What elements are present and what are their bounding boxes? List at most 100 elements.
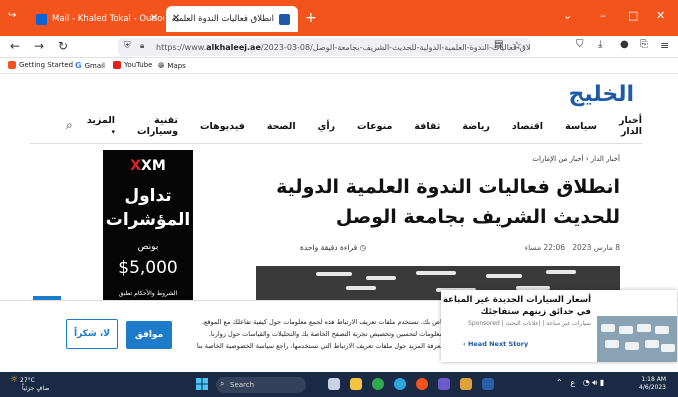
download-icon[interactable]: ⤓	[598, 39, 602, 50]
close-icon[interactable]: ✕	[172, 13, 180, 24]
file-explorer-icon[interactable]	[350, 378, 362, 390]
close-window-icon[interactable]: ✕	[656, 9, 665, 22]
breadcrumb-item[interactable]: أخبار الدار	[591, 155, 620, 163]
bookmark-label: Gmail	[84, 61, 106, 70]
url-domain: alkhaleej.ae	[206, 42, 261, 52]
browser-menu-icon[interactable]: ↪	[8, 10, 16, 21]
next-story-label: Head Next Story	[467, 340, 529, 348]
advertisement[interactable]: XXM تداول المؤشرات بونص $5,000 الشروط وا…	[103, 150, 193, 300]
read-time: ◷ قراءة دقيقة واحدة	[300, 243, 366, 252]
chevron-down-icon[interactable]: ⌄	[563, 9, 572, 22]
google-icon: G	[75, 61, 82, 70]
main-nav: أخبار الدار سياسة اقتصاد رياضة ثقافة منو…	[82, 115, 642, 137]
reader-view-icon[interactable]: ▤	[494, 39, 503, 50]
input-language[interactable]: ع	[570, 378, 575, 387]
bookmark-getting-started[interactable]: Getting Started	[8, 61, 73, 69]
tab-outlook[interactable]: Mail - Khaled Tokal - Outlook ✕	[28, 6, 164, 32]
ad-line: المؤشرات	[105, 210, 191, 230]
taskbar-search[interactable]: ⌕ Search	[216, 377, 306, 393]
photos-icon[interactable]	[460, 378, 472, 390]
tab-article-label: انطلاق فعاليات الندوة العلمية	[171, 14, 274, 24]
windows-taskbar: ☼ 27°C صافٍ جزئياً ⌕ Search ⌃ ع ◔ 🔊︎ ▮ 1…	[0, 372, 678, 397]
sponsored-source: سيارات غير مباعة | إعلانات البحث | Spons…	[468, 320, 591, 327]
nav-item[interactable]: تقنية وسيارات	[137, 115, 178, 137]
bookmark-label: Maps	[167, 62, 186, 70]
bookmark-maps[interactable]: 🌐︎ Maps	[158, 61, 186, 71]
nav-item[interactable]: اقتصاد	[512, 121, 543, 132]
wifi-icon[interactable]: ◔	[583, 378, 590, 387]
chevron-left-icon: ‹	[463, 340, 466, 348]
sponsored-title[interactable]: أسعار السيارات الجديدة غير المباعة في حد…	[441, 294, 591, 318]
nav-item[interactable]: منوعات	[357, 121, 392, 132]
breadcrumb-separator: ‹	[583, 155, 589, 163]
search-icon: ⌕	[220, 379, 225, 388]
nav-more-label: المزيد	[86, 115, 116, 126]
battery-icon[interactable]: ▮	[600, 378, 604, 387]
address-bar[interactable]: ⛨ 🔒︎ https://www. alkhaleej.ae/2023-03-08…	[118, 38, 530, 56]
clock-date: 4/6/2023	[639, 384, 666, 391]
tab-article[interactable]: انطلاق فعاليات الندوة العلمية ✕	[166, 6, 298, 32]
bookmark-label: YouTube	[124, 61, 153, 69]
ad-line: بونص	[137, 242, 159, 252]
menu-icon[interactable]: ≡	[660, 39, 669, 52]
weather-widget[interactable]: ☼ 27°C صافٍ جزئياً	[10, 376, 49, 393]
nav-item[interactable]: رأي	[318, 121, 335, 132]
breadcrumb-item[interactable]: أخبار من الإمارات	[532, 155, 583, 163]
nav-item-more[interactable]: المزيد ▾	[87, 115, 115, 137]
nav-item[interactable]: الصحة	[267, 121, 296, 132]
windows-start-icon[interactable]	[196, 378, 208, 390]
chevron-up-icon[interactable]: ⌃	[556, 378, 563, 387]
edge-icon[interactable]	[394, 378, 406, 390]
bookmark-label: Getting Started	[19, 61, 74, 69]
forward-icon[interactable]: →	[34, 39, 44, 53]
nav-item[interactable]: أخبار الدار	[619, 115, 642, 137]
taskbar-clock[interactable]: 1:18 AM 4/6/2023	[639, 376, 666, 392]
nav-item[interactable]: ثقافة	[414, 121, 440, 132]
weather-temp: 27°C	[20, 377, 35, 384]
bookmarks-bar: Getting Started G Gmail YouTube 🌐︎ Maps	[0, 58, 678, 74]
outlook-icon	[36, 13, 47, 25]
search-icon[interactable]: ⌕	[66, 118, 73, 133]
chrome-icon[interactable]	[372, 378, 384, 390]
bookmark-star-icon[interactable]: ☆	[512, 39, 522, 52]
nav-item[interactable]: سياسة	[565, 121, 597, 132]
bookmark-youtube[interactable]: YouTube	[113, 61, 152, 69]
sponsored-story-card[interactable]: أسعار السيارات الجديدة غير المباعة في حد…	[441, 290, 677, 362]
volume-icon[interactable]: 🔊︎	[592, 378, 597, 387]
url-prefix: https://www.	[156, 42, 207, 52]
consent-text: خاص بك. تستخدم ملفات تعريف الارتباط هذه …	[196, 318, 446, 350]
sponsored-image[interactable]	[597, 316, 677, 362]
nav-item[interactable]: فيديوهات	[200, 121, 245, 132]
taskbar-search-label: Search	[230, 381, 255, 389]
page-title: انطلاق فعاليات الندوة العلمية الدولية لل…	[276, 176, 620, 228]
nav-item[interactable]: رياضة	[462, 121, 490, 132]
word-icon[interactable]	[482, 378, 494, 390]
firefox-icon[interactable]	[416, 378, 428, 390]
breadcrumb: أخبار الدار ‹ أخبار من الإمارات	[532, 155, 620, 163]
browser-tab-bar: ↪ Mail - Khaled Tokal - Outlook ✕ انطلاق…	[0, 0, 678, 36]
lock-icon: 🔒︎	[140, 41, 145, 50]
bookmark-gmail[interactable]: G Gmail	[75, 61, 105, 70]
account-icon[interactable]: ●	[620, 39, 629, 50]
browser-nav-bar: ← → ↻ ⛨ 🔒︎ https://www. alkhaleej.ae/2023…	[0, 36, 678, 58]
reload-icon[interactable]: ↻	[58, 39, 68, 53]
clock-icon: ◷	[359, 243, 367, 252]
next-story-link[interactable]: ‹ Head Next Story	[463, 340, 528, 348]
article-meta: 8 مارس 2023 22:06 مساء	[525, 243, 620, 252]
shield-icon: ⛨	[124, 41, 131, 51]
pocket-icon[interactable]: ⛉	[576, 39, 584, 50]
back-icon[interactable]: ←	[10, 39, 20, 53]
firefox-icon	[8, 61, 16, 69]
globe-icon: 🌐︎	[158, 61, 165, 70]
extensions-icon[interactable]: ⎘	[640, 39, 648, 50]
close-icon[interactable]: ✕	[150, 13, 158, 24]
minimize-icon[interactable]: –	[600, 9, 606, 22]
task-view-icon[interactable]	[328, 378, 340, 390]
site-logo[interactable]: الخليج	[569, 82, 634, 107]
new-tab-button[interactable]: +	[305, 10, 317, 26]
accept-button[interactable]: موافق	[126, 321, 172, 349]
maximize-icon[interactable]: □	[628, 9, 638, 22]
decline-button[interactable]: لا، شكراً	[66, 319, 118, 349]
ad-amount: $5,000	[118, 258, 178, 278]
store-icon[interactable]	[438, 378, 450, 390]
